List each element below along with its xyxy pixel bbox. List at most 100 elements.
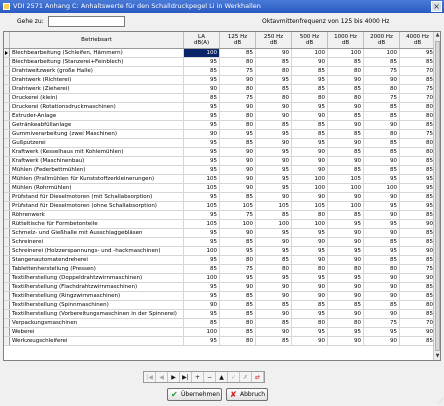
betriebsart-cell[interactable]: Drahtwerk (Richterei) xyxy=(10,76,184,84)
betriebsart-cell[interactable]: Textilherstellung (Doppeldrahtzwirnmasch… xyxy=(10,274,184,282)
value-cell[interactable]: 70 xyxy=(400,319,436,327)
row-indicator[interactable] xyxy=(4,148,10,156)
value-cell[interactable]: 85 xyxy=(364,112,400,120)
nav-insert-button[interactable]: + xyxy=(192,372,204,382)
value-cell[interactable]: 85 xyxy=(328,211,364,219)
value-cell[interactable]: 90 xyxy=(364,292,400,300)
data-grid[interactable]: Betriebsart LA dB(A) 125 Hz dB 250 Hz dB 500… xyxy=(3,31,441,361)
value-cell[interactable]: 90 xyxy=(328,337,364,345)
value-cell[interactable]: 90 xyxy=(400,247,436,255)
value-cell[interactable]: 90 xyxy=(256,112,292,120)
close-button[interactable]: × xyxy=(431,1,442,12)
nav-first-button[interactable]: |◀ xyxy=(144,372,156,382)
value-cell[interactable]: 95 xyxy=(184,292,220,300)
value-cell[interactable]: 85 xyxy=(292,130,328,138)
value-cell[interactable]: 90 xyxy=(364,274,400,282)
row-indicator[interactable] xyxy=(4,256,10,264)
row-indicator[interactable] xyxy=(4,121,10,129)
value-cell[interactable]: 85 xyxy=(256,256,292,264)
row-indicator[interactable] xyxy=(4,85,10,93)
table-row[interactable]: Textilherstellung (Doppeldrahtzwirnmasch… xyxy=(4,274,440,283)
value-cell[interactable]: 95 xyxy=(184,337,220,345)
row-indicator[interactable] xyxy=(4,157,10,165)
table-row[interactable]: Verpackungsmaschinen 85 80 85 80 80 75 70 xyxy=(4,319,440,328)
value-cell[interactable]: 90 xyxy=(292,238,328,246)
value-cell[interactable]: 80 xyxy=(328,265,364,273)
value-cell[interactable]: 75 xyxy=(220,67,256,75)
value-cell[interactable]: 85 xyxy=(328,130,364,138)
value-cell[interactable]: 90 xyxy=(220,229,256,237)
value-cell[interactable]: 95 xyxy=(256,148,292,156)
value-cell[interactable]: 90 xyxy=(220,157,256,165)
table-row[interactable]: Kraftwerk (Kesselhaus mit Kohlemühlen) 95… xyxy=(4,148,440,157)
value-cell[interactable]: 90 xyxy=(256,139,292,147)
value-cell[interactable]: 85 xyxy=(256,121,292,129)
current-row-indicator[interactable] xyxy=(4,49,10,57)
value-cell[interactable]: 80 xyxy=(328,94,364,102)
value-cell[interactable]: 90 xyxy=(220,148,256,156)
value-cell[interactable]: 90 xyxy=(256,157,292,165)
value-cell[interactable]: 85 xyxy=(364,58,400,66)
value-cell[interactable]: 85 xyxy=(400,157,436,165)
value-cell[interactable]: 85 xyxy=(400,166,436,174)
betriebsart-cell[interactable]: Blechbearbeitung (Schleifen, Hämmern) xyxy=(10,49,184,57)
value-cell[interactable]: 85 xyxy=(400,256,436,264)
value-cell[interactable]: 75 xyxy=(400,130,436,138)
row-indicator[interactable] xyxy=(4,301,10,309)
value-cell[interactable]: 90 xyxy=(400,220,436,228)
value-cell[interactable]: 95 xyxy=(184,148,220,156)
value-cell[interactable]: 95 xyxy=(328,274,364,282)
table-row[interactable]: Schmelz- und Gießhalle mit Ausschlaggebl… xyxy=(4,229,440,238)
value-cell[interactable]: 85 xyxy=(184,265,220,273)
value-cell[interactable]: 85 xyxy=(256,319,292,327)
value-cell[interactable]: 85 xyxy=(220,49,256,57)
row-indicator[interactable] xyxy=(4,283,10,291)
value-cell[interactable]: 90 xyxy=(256,103,292,111)
column-header[interactable]: 500 Hz dB xyxy=(292,32,328,48)
table-row[interactable]: Drahtwerk (Zieherei) 90 80 85 85 85 80 75 xyxy=(4,85,440,94)
table-row[interactable]: Stangenautomatendreherei 95 80 85 90 90 85 85 xyxy=(4,256,440,265)
value-cell[interactable]: 95 xyxy=(364,220,400,228)
betriebsart-cell[interactable]: Mühlen (Federbettmühlen) xyxy=(10,166,184,174)
table-row[interactable]: Weberei 100 85 90 95 95 95 90 xyxy=(4,328,440,337)
value-cell[interactable]: 80 xyxy=(220,58,256,66)
row-indicator[interactable] xyxy=(4,139,10,147)
value-cell[interactable]: 90 xyxy=(328,157,364,165)
table-row[interactable]: Textilherstellung (Vorbereitungsmaschine… xyxy=(4,310,440,319)
vertical-scrollbar[interactable]: ▲ ▼ xyxy=(433,32,440,360)
value-cell[interactable]: 85 xyxy=(220,292,256,300)
value-cell[interactable]: 90 xyxy=(220,175,256,183)
value-cell[interactable]: 90 xyxy=(292,157,328,165)
scroll-up-icon[interactable]: ▲ xyxy=(434,32,440,39)
value-cell[interactable]: 85 xyxy=(328,112,364,120)
row-indicator[interactable] xyxy=(4,292,10,300)
value-cell[interactable]: 90 xyxy=(292,337,328,345)
value-cell[interactable]: 80 xyxy=(292,211,328,219)
value-cell[interactable]: 90 xyxy=(328,283,364,291)
row-indicator[interactable] xyxy=(4,265,10,273)
value-cell[interactable]: 75 xyxy=(400,85,436,93)
value-cell[interactable]: 80 xyxy=(256,94,292,102)
value-cell[interactable]: 95 xyxy=(364,175,400,183)
value-cell[interactable]: 85 xyxy=(364,166,400,174)
betriebsart-cell[interactable]: Extruder-Anlage xyxy=(10,112,184,120)
value-cell[interactable]: 85 xyxy=(400,292,436,300)
value-cell[interactable]: 85 xyxy=(184,94,220,102)
betriebsart-cell[interactable]: Schmelz- und Gießhalle mit Ausschlaggebl… xyxy=(10,229,184,237)
value-cell[interactable]: 95 xyxy=(184,193,220,201)
value-cell[interactable]: 90 xyxy=(292,148,328,156)
value-cell[interactable]: 85 xyxy=(256,211,292,219)
value-cell[interactable]: 85 xyxy=(184,319,220,327)
value-cell[interactable]: 90 xyxy=(184,301,220,309)
value-cell[interactable]: 80 xyxy=(220,319,256,327)
table-row[interactable]: Mühlen (Rohrmühlen) 105 90 95 100 100 100 95 xyxy=(4,184,440,193)
betriebsart-cell[interactable]: Druckerei (klein) xyxy=(10,94,184,102)
column-header[interactable]: 250 Hz dB xyxy=(256,32,292,48)
value-cell[interactable]: 80 xyxy=(220,121,256,129)
value-cell[interactable]: 105 xyxy=(184,220,220,228)
table-row[interactable]: Schreinerei (Holzzerspannungs- und -hack… xyxy=(4,247,440,256)
row-indicator[interactable] xyxy=(4,238,10,246)
value-cell[interactable]: 95 xyxy=(256,184,292,192)
value-cell[interactable]: 85 xyxy=(364,139,400,147)
row-indicator[interactable] xyxy=(4,112,10,120)
